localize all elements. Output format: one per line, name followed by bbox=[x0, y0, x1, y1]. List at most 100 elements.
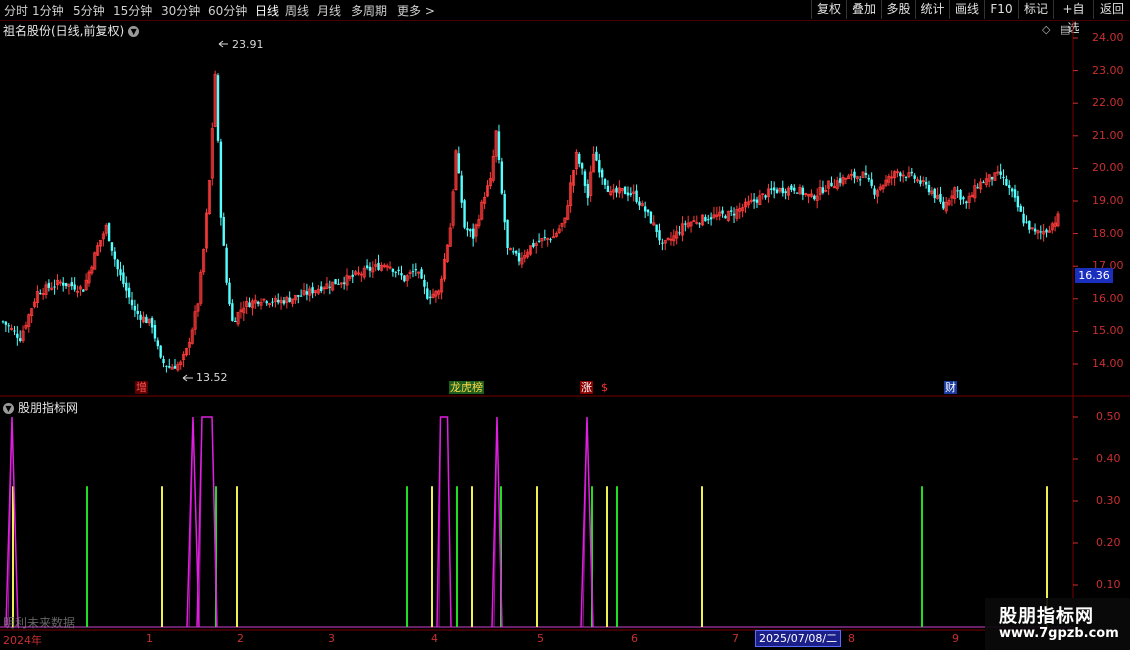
candle-body bbox=[503, 194, 506, 223]
candle-body bbox=[784, 191, 787, 194]
time-tick: 7 bbox=[732, 632, 739, 645]
candle-body bbox=[228, 282, 231, 305]
candle-body bbox=[391, 268, 395, 272]
candle-body bbox=[145, 316, 148, 323]
candle-body bbox=[64, 282, 68, 287]
event-marker[interactable]: 增 bbox=[135, 381, 148, 394]
candle-body bbox=[299, 295, 303, 297]
candle-body bbox=[770, 188, 773, 190]
candle-body bbox=[933, 188, 936, 199]
candle-body bbox=[858, 179, 862, 181]
candle-body bbox=[924, 181, 928, 185]
candle-body bbox=[19, 338, 22, 342]
candle-body bbox=[248, 302, 251, 308]
candle-body bbox=[39, 293, 42, 295]
candle-body bbox=[962, 197, 965, 200]
chevron-down-icon[interactable]: ▼ bbox=[3, 403, 14, 414]
indicator-tick: 0.40 bbox=[1096, 452, 1121, 465]
candle-body bbox=[790, 185, 793, 190]
candle-body bbox=[729, 210, 733, 212]
candle-body bbox=[549, 239, 552, 241]
candle-body bbox=[982, 182, 985, 184]
candle-body bbox=[801, 187, 805, 195]
candle-body bbox=[305, 291, 309, 295]
candle-body bbox=[1025, 221, 1028, 223]
candle-body bbox=[7, 325, 10, 327]
faint-overlay-text: 明利未来数据 bbox=[3, 616, 76, 630]
price-tick: 14.00 bbox=[1092, 357, 1124, 370]
indicator-title[interactable]: ▼ 股朋指标网 bbox=[3, 399, 78, 416]
candle-body bbox=[139, 314, 142, 320]
price-tick: 19.00 bbox=[1092, 194, 1124, 207]
candle-body bbox=[53, 286, 56, 288]
candle-body bbox=[595, 151, 598, 161]
candle-body bbox=[428, 296, 432, 298]
candle-body bbox=[426, 288, 429, 299]
price-tick: 16.00 bbox=[1092, 291, 1124, 305]
candle-body bbox=[864, 172, 868, 176]
candle-body bbox=[337, 283, 340, 285]
candle-body bbox=[781, 187, 784, 194]
candle-body bbox=[1019, 205, 1022, 212]
candle-body bbox=[752, 199, 756, 202]
candle-body bbox=[578, 153, 581, 164]
candle-body bbox=[707, 219, 710, 221]
candle-body bbox=[320, 286, 323, 292]
brand-url: www.7gpzb.com bbox=[999, 626, 1119, 641]
candle-body bbox=[512, 251, 515, 253]
candle-body bbox=[403, 275, 406, 282]
candle-body bbox=[150, 318, 154, 328]
event-marker[interactable]: $ bbox=[600, 381, 609, 394]
price-tick: 18.00 bbox=[1092, 226, 1124, 240]
candle-body bbox=[469, 229, 472, 232]
time-tick: 6 bbox=[631, 632, 638, 645]
candle-body bbox=[1028, 220, 1031, 230]
candle-body bbox=[913, 175, 916, 179]
candle-body bbox=[1010, 188, 1014, 192]
candle-body bbox=[990, 177, 994, 180]
candle-body bbox=[919, 180, 922, 184]
time-tick: 2 bbox=[237, 632, 244, 645]
indicator-tick: 0.50 bbox=[1096, 410, 1121, 423]
candle-body bbox=[225, 247, 228, 283]
min-price-label: 13.52 bbox=[196, 371, 228, 384]
time-tick: 5 bbox=[537, 632, 544, 645]
candle-body bbox=[234, 320, 237, 322]
candle-body bbox=[16, 333, 19, 338]
event-marker[interactable]: 龙虎榜 bbox=[449, 381, 484, 394]
time-tick: 1 bbox=[146, 632, 153, 645]
candle-body bbox=[351, 274, 354, 277]
price-tick: 22.00 bbox=[1092, 96, 1124, 110]
candle-body bbox=[159, 345, 162, 358]
candle-body bbox=[153, 325, 157, 339]
candle-body bbox=[423, 279, 426, 287]
indicator-tick: 0.20 bbox=[1096, 536, 1121, 549]
candle-body bbox=[277, 299, 280, 303]
candle-body bbox=[661, 242, 664, 244]
event-marker[interactable]: 涨 bbox=[580, 381, 593, 394]
candle-body bbox=[168, 366, 171, 368]
candle-body bbox=[110, 242, 114, 251]
candle-body bbox=[698, 223, 701, 225]
candle-body bbox=[910, 171, 913, 174]
candle-body bbox=[1005, 178, 1008, 186]
candle-body bbox=[1022, 213, 1025, 224]
candle-body bbox=[721, 210, 724, 214]
event-marker[interactable]: 财 bbox=[944, 381, 957, 394]
price-tick: 23.00 bbox=[1092, 63, 1124, 77]
candle-body bbox=[684, 223, 687, 225]
kline-chart[interactable] bbox=[0, 0, 1130, 650]
indicator-tick: 0.10 bbox=[1096, 578, 1121, 591]
candle-body bbox=[397, 269, 400, 272]
candle-body bbox=[838, 178, 842, 183]
candle-body bbox=[904, 176, 908, 178]
candle-body bbox=[506, 219, 509, 248]
candle-body bbox=[1039, 231, 1042, 233]
candle-body bbox=[82, 289, 85, 292]
candle-body bbox=[70, 282, 74, 287]
candle-body bbox=[107, 223, 111, 242]
candle-body bbox=[119, 269, 122, 276]
candle-body bbox=[598, 160, 601, 173]
indicator-spike-inner bbox=[438, 416, 452, 628]
indicator-tick: 0.30 bbox=[1096, 494, 1121, 507]
